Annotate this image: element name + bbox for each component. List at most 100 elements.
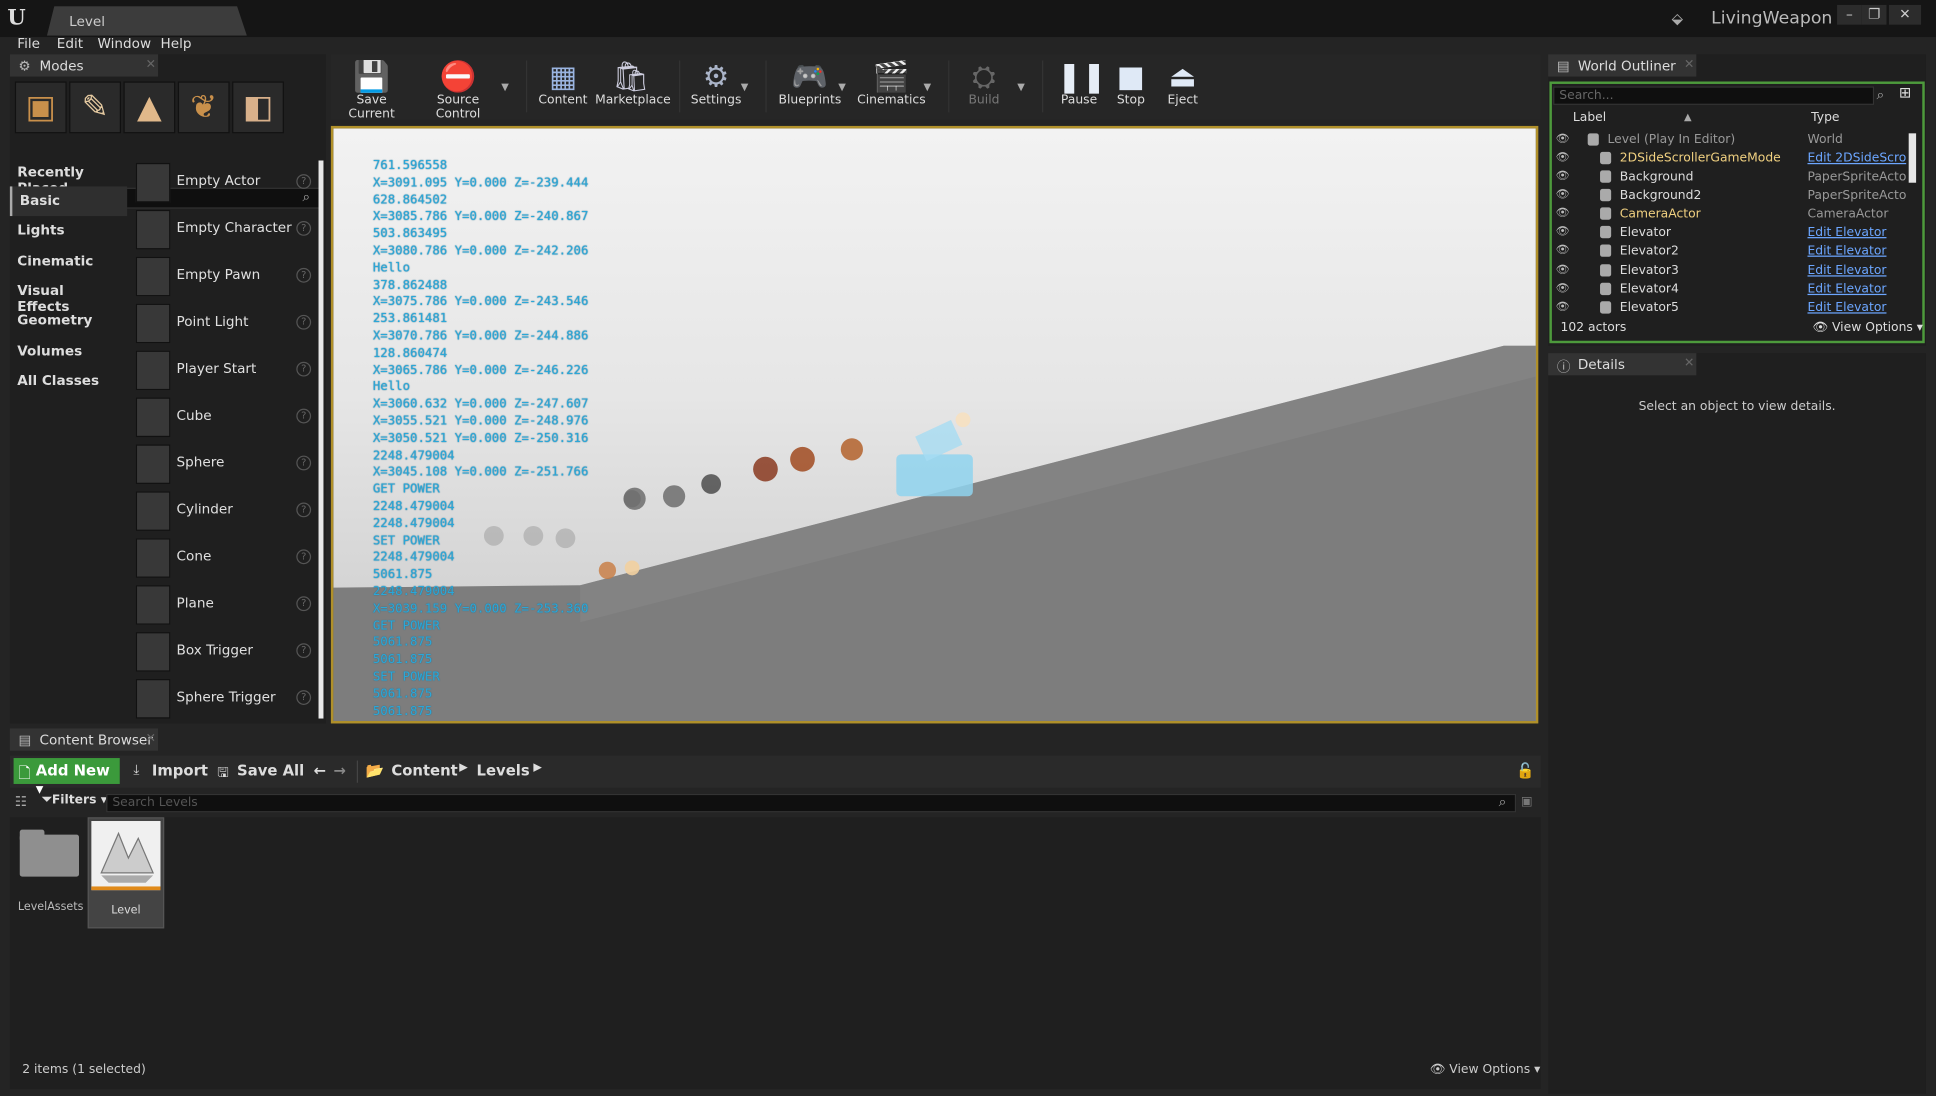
help-icon[interactable]: ? — [296, 408, 312, 424]
outliner-row[interactable]: 👁 Background PaperSpriteActor — [1553, 169, 1906, 188]
stop-button[interactable]: ■ Stop — [1109, 54, 1153, 119]
tab-modes[interactable]: Modes — [9, 54, 159, 77]
place-item-empty-actor[interactable]: Empty Actor? — [133, 160, 313, 204]
outliner-row[interactable]: 👁 Elevator4 Edit Elevator — [1553, 281, 1906, 300]
place-item-sphere-trigger[interactable]: Sphere Trigger? — [133, 677, 313, 721]
menu-file[interactable]: File — [17, 36, 40, 52]
filters-button[interactable]: ⏷Filters ▾ — [42, 794, 107, 808]
place-item-cone[interactable]: Cone? — [133, 536, 313, 580]
lock-icon[interactable]: 🔓 — [1516, 762, 1534, 779]
scrollbar[interactable] — [318, 160, 324, 719]
eject-button[interactable]: ⏏ Eject — [1161, 54, 1205, 119]
actor-type[interactable]: Edit Elevator — [1807, 244, 1906, 258]
actor-type[interactable]: Edit Elevator — [1807, 226, 1906, 240]
visibility-eye-icon[interactable]: 👁 — [1556, 170, 1570, 182]
paint-mode-button[interactable]: ✎ — [69, 81, 121, 134]
visibility-eye-icon[interactable]: 👁 — [1556, 207, 1570, 219]
help-icon[interactable]: ? — [296, 361, 312, 377]
chevron-down-icon[interactable]: ▼ — [1017, 81, 1025, 92]
place-item-cube[interactable]: Cube? — [133, 395, 313, 439]
help-icon[interactable]: ? — [296, 267, 312, 283]
actor-type[interactable]: Edit Elevator — [1807, 301, 1906, 315]
actor-type[interactable]: Edit Elevator — [1807, 264, 1906, 278]
level-viewport[interactable]: 761.596558 X=3091.095 Y=0.000 Z=-239.444 6… — [330, 125, 1539, 724]
menu-help[interactable]: Help — [160, 36, 191, 52]
cinematics-button[interactable]: 🎬 Cinematics — [857, 54, 926, 119]
add-folder-icon[interactable]: ⊞ — [1899, 84, 1911, 101]
visibility-eye-icon[interactable]: 👁 — [1556, 152, 1570, 164]
chevron-down-icon[interactable]: ▼ — [838, 81, 846, 92]
help-icon[interactable]: ? — [296, 596, 312, 612]
outliner-row[interactable]: 👁 Elevator3 Edit Elevator — [1553, 263, 1906, 282]
category-volumes[interactable]: Volumes — [10, 337, 127, 367]
marketplace-button[interactable]: 🛍 Marketplace — [595, 54, 671, 119]
level-document-tab[interactable]: Level — [46, 6, 247, 36]
asset-tile-level[interactable]: Level — [87, 817, 165, 929]
category-lights[interactable]: Lights — [10, 216, 127, 246]
column-label-header[interactable]: Label — [1573, 111, 1606, 125]
outliner-row[interactable]: 👁 CameraActor CameraActor — [1553, 206, 1906, 225]
chevron-down-icon[interactable]: ▼ — [501, 81, 509, 92]
close-icon[interactable]: ✕ — [146, 732, 156, 746]
chevron-down-icon[interactable]: ▼ — [923, 81, 931, 92]
outliner-row[interactable]: 👁 Elevator Edit Elevator — [1553, 225, 1906, 244]
search-levels-input[interactable]: Search Levels — [106, 793, 1517, 813]
category-all-classes[interactable]: All Classes — [10, 367, 127, 397]
view-options-button[interactable]: 👁 View Options ▾ — [1430, 1063, 1541, 1077]
place-mode-button[interactable]: ▣ — [14, 81, 67, 134]
maximize-button[interactable]: ❐ — [1861, 4, 1887, 25]
visibility-eye-icon[interactable]: 👁 — [1556, 189, 1570, 201]
category-recently-placed[interactable]: Recently Placed — [10, 158, 127, 196]
close-window-button[interactable]: ✕ — [1888, 4, 1922, 25]
visibility-eye-icon[interactable]: 👁 — [1556, 264, 1570, 276]
forward-arrow-icon[interactable]: → — [333, 762, 345, 779]
close-icon[interactable]: ✕ — [1684, 357, 1694, 371]
place-item-empty-character[interactable]: Empty Character? — [133, 207, 313, 251]
actor-type[interactable]: Edit 2DSideScrol — [1807, 152, 1906, 166]
chevron-down-icon[interactable]: ▼ — [741, 81, 749, 92]
outliner-row[interactable]: 👁 Background2 PaperSpriteActor — [1553, 188, 1906, 207]
place-item-point-light[interactable]: Point Light? — [133, 301, 313, 345]
breadcrumb-content[interactable]: Content — [391, 762, 457, 779]
place-item-empty-pawn[interactable]: Empty Pawn? — [133, 254, 313, 298]
save-search-icon[interactable]: ▣ — [1521, 795, 1533, 809]
save-current-button[interactable]: 💾 Save Current — [333, 54, 410, 121]
foliage-mode-button[interactable]: ❦ — [177, 81, 230, 134]
landscape-mode-button[interactable]: ▲ — [123, 81, 176, 134]
help-icon[interactable]: ? — [296, 314, 312, 330]
import-button[interactable]: Import — [152, 762, 208, 779]
actor-type[interactable]: Edit Elevator — [1807, 283, 1906, 297]
menu-window[interactable]: Window — [98, 36, 152, 52]
breadcrumb-levels[interactable]: Levels — [477, 762, 530, 779]
help-icon[interactable]: ? — [296, 455, 312, 471]
close-icon[interactable]: ✕ — [146, 58, 156, 72]
outliner-search-input[interactable]: Search... — [1553, 86, 1875, 105]
visibility-eye-icon[interactable]: 👁 — [1556, 133, 1570, 145]
place-item-sphere[interactable]: Sphere? — [133, 442, 313, 486]
folder-tile-level-assets[interactable] — [17, 829, 81, 884]
outliner-row[interactable]: 👁 Level (Play In Editor) World — [1553, 132, 1906, 151]
close-icon[interactable]: ✕ — [1684, 58, 1694, 72]
visibility-eye-icon[interactable]: 👁 — [1556, 226, 1570, 238]
outliner-row[interactable]: 👁 Elevator2 Edit Elevator — [1553, 243, 1906, 262]
tab-world-outliner[interactable]: World Outliner — [1548, 54, 1697, 77]
help-icon[interactable]: ? — [296, 502, 312, 518]
category-basic[interactable]: Basic — [9, 186, 128, 217]
menu-edit[interactable]: Edit — [57, 36, 83, 52]
blueprints-button[interactable]: 🎮 Blueprints — [775, 54, 844, 119]
visibility-eye-icon[interactable]: 👁 — [1556, 244, 1570, 256]
help-icon[interactable]: ? — [296, 174, 312, 189]
category-cinematic[interactable]: Cinematic — [10, 247, 127, 277]
back-arrow-icon[interactable]: ← — [314, 762, 326, 779]
content-button[interactable]: ▦ Content — [536, 54, 590, 119]
scrollbar[interactable] — [1908, 133, 1917, 183]
sources-toggle-icon[interactable]: ☷ — [15, 794, 27, 810]
outliner-row[interactable]: 👁 Elevator5 Edit Elevator — [1553, 300, 1906, 319]
help-icon[interactable]: ? — [296, 690, 312, 705]
place-item-cylinder[interactable]: Cylinder? — [133, 489, 313, 533]
tab-content-browser[interactable]: Content Browser — [9, 728, 159, 751]
place-item-player-start[interactable]: Player Start? — [133, 348, 313, 392]
outliner-row[interactable]: 👁 2DSideScrollerGameMode Edit 2DSideScrol — [1553, 151, 1906, 170]
help-icon[interactable]: ? — [296, 643, 312, 659]
visibility-eye-icon[interactable]: 👁 — [1556, 301, 1570, 313]
